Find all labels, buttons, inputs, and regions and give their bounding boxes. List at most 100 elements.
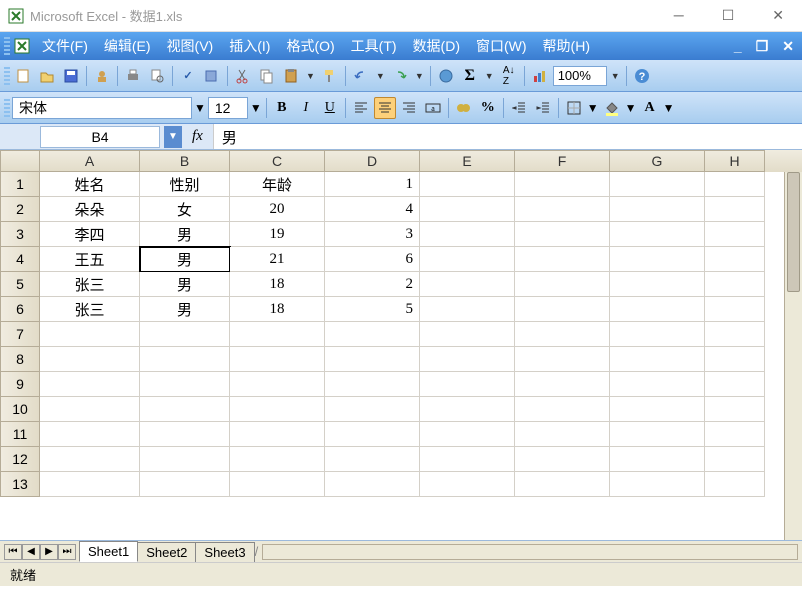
cell-C5[interactable]: 18: [230, 272, 325, 297]
merge-center-button[interactable]: a: [422, 97, 444, 119]
row-header-3[interactable]: 3: [0, 222, 40, 247]
row-header-10[interactable]: 10: [0, 397, 40, 422]
cell-B11[interactable]: [140, 422, 230, 447]
open-icon[interactable]: [36, 65, 58, 87]
cell-F7[interactable]: [515, 322, 610, 347]
cell-B5[interactable]: 男: [140, 272, 230, 297]
cell-B13[interactable]: [140, 472, 230, 497]
menu-format[interactable]: 格式(O): [278, 33, 342, 59]
cell-H10[interactable]: [705, 397, 765, 422]
print-icon[interactable]: [122, 65, 144, 87]
cell-G10[interactable]: [610, 397, 705, 422]
fill-color-button[interactable]: [601, 97, 623, 119]
cell-C1[interactable]: 年龄: [230, 172, 325, 197]
row-header-7[interactable]: 7: [0, 322, 40, 347]
name-box-dropdown[interactable]: ▼: [164, 126, 182, 148]
cell-D4[interactable]: 6: [325, 247, 420, 272]
cell-D10[interactable]: [325, 397, 420, 422]
cell-G12[interactable]: [610, 447, 705, 472]
cell-G3[interactable]: [610, 222, 705, 247]
toolbar-grip[interactable]: [4, 67, 10, 85]
cell-F11[interactable]: [515, 422, 610, 447]
font-size-dropdown[interactable]: ▼: [250, 101, 262, 115]
mdi-restore-button[interactable]: ❐: [752, 38, 773, 55]
cell-A6[interactable]: 张三: [40, 297, 140, 322]
save-icon[interactable]: [60, 65, 82, 87]
cell-G11[interactable]: [610, 422, 705, 447]
toolbar-grip[interactable]: [4, 37, 10, 55]
cell-C12[interactable]: [230, 447, 325, 472]
cell-G4[interactable]: [610, 247, 705, 272]
cell-E4[interactable]: [420, 247, 515, 272]
cell-D7[interactable]: [325, 322, 420, 347]
cell-A5[interactable]: 张三: [40, 272, 140, 297]
cell-A11[interactable]: [40, 422, 140, 447]
cell-A9[interactable]: [40, 372, 140, 397]
cell-B4[interactable]: 男: [140, 247, 230, 272]
formula-input[interactable]: 男: [213, 124, 802, 149]
research-icon[interactable]: [201, 65, 223, 87]
excel-menu-icon[interactable]: [14, 38, 30, 54]
cell-F9[interactable]: [515, 372, 610, 397]
cell-E1[interactable]: [420, 172, 515, 197]
bold-button[interactable]: B: [271, 97, 293, 119]
select-all-corner[interactable]: [0, 150, 40, 172]
cell-G13[interactable]: [610, 472, 705, 497]
cell-D5[interactable]: 2: [325, 272, 420, 297]
cell-H7[interactable]: [705, 322, 765, 347]
column-header-C[interactable]: C: [230, 150, 325, 172]
cell-C3[interactable]: 19: [230, 222, 325, 247]
cell-G9[interactable]: [610, 372, 705, 397]
zoom-input[interactable]: [553, 66, 607, 86]
column-header-A[interactable]: A: [40, 150, 140, 172]
cell-F6[interactable]: [515, 297, 610, 322]
cell-E2[interactable]: [420, 197, 515, 222]
copy-icon[interactable]: [256, 65, 278, 87]
cell-F4[interactable]: [515, 247, 610, 272]
cell-A12[interactable]: [40, 447, 140, 472]
help-icon[interactable]: ?: [631, 65, 653, 87]
row-header-12[interactable]: 12: [0, 447, 40, 472]
cell-F5[interactable]: [515, 272, 610, 297]
cell-F10[interactable]: [515, 397, 610, 422]
row-header-9[interactable]: 9: [0, 372, 40, 397]
spelling-icon[interactable]: ✓: [177, 65, 199, 87]
align-right-button[interactable]: [398, 97, 420, 119]
cell-D2[interactable]: 4: [325, 197, 420, 222]
row-header-11[interactable]: 11: [0, 422, 40, 447]
column-header-G[interactable]: G: [610, 150, 705, 172]
font-size-input[interactable]: [208, 97, 248, 119]
sheet-tab-1[interactable]: Sheet1: [79, 541, 138, 562]
row-header-2[interactable]: 2: [0, 197, 40, 222]
fill-color-dropdown[interactable]: ▼: [625, 101, 637, 115]
menu-view[interactable]: 视图(V): [159, 33, 222, 59]
menu-insert[interactable]: 插入(I): [221, 33, 278, 59]
new-icon[interactable]: [12, 65, 34, 87]
cell-A4[interactable]: 王五: [40, 247, 140, 272]
menu-window[interactable]: 窗口(W): [468, 33, 535, 59]
autosum-icon[interactable]: Σ: [459, 65, 481, 87]
cell-G2[interactable]: [610, 197, 705, 222]
cell-D1[interactable]: 1: [325, 172, 420, 197]
cell-C11[interactable]: [230, 422, 325, 447]
cell-C6[interactable]: 18: [230, 297, 325, 322]
undo-icon[interactable]: [350, 65, 372, 87]
cell-H13[interactable]: [705, 472, 765, 497]
maximize-button[interactable]: ☐: [712, 3, 745, 28]
cell-A8[interactable]: [40, 347, 140, 372]
cell-H9[interactable]: [705, 372, 765, 397]
cell-A7[interactable]: [40, 322, 140, 347]
hyperlink-icon[interactable]: [435, 65, 457, 87]
cell-E12[interactable]: [420, 447, 515, 472]
cell-G6[interactable]: [610, 297, 705, 322]
cell-A1[interactable]: 姓名: [40, 172, 140, 197]
horizontal-scrollbar[interactable]: [262, 544, 798, 560]
menu-data[interactable]: 数据(D): [405, 33, 468, 59]
cell-F8[interactable]: [515, 347, 610, 372]
cell-F12[interactable]: [515, 447, 610, 472]
font-name-dropdown[interactable]: ▼: [194, 101, 206, 115]
cell-E6[interactable]: [420, 297, 515, 322]
cell-C9[interactable]: [230, 372, 325, 397]
cell-D3[interactable]: 3: [325, 222, 420, 247]
italic-button[interactable]: I: [295, 97, 317, 119]
